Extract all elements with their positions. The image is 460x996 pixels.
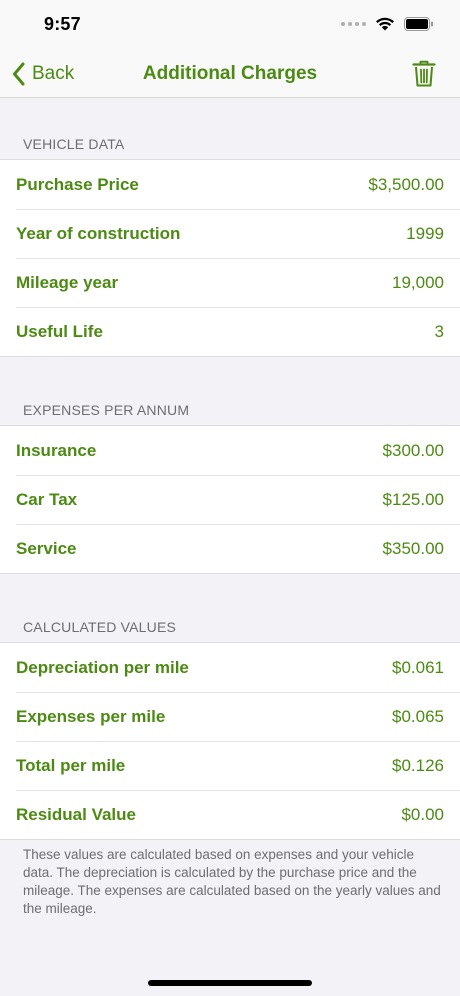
row-value: $3,500.00 (368, 174, 444, 194)
row-insurance[interactable]: Insurance $300.00 (0, 426, 460, 475)
trash-icon (412, 60, 436, 87)
home-indicator[interactable] (148, 980, 312, 986)
status-time: 9:57 (44, 14, 81, 34)
row-label: Mileage year (16, 272, 119, 292)
row-value: 3 (434, 321, 444, 341)
row-label: Purchase Price (16, 174, 139, 194)
row-value: $350.00 (382, 538, 444, 558)
row-total-per-mile: Total per mile $0.126 (0, 741, 460, 790)
screen: 9:57 Back Additional Charges VEHICLE DAT… (0, 0, 460, 996)
row-value: $125.00 (382, 489, 444, 509)
row-expenses-per-mile: Expenses per mile $0.065 (0, 692, 460, 741)
row-residual-value: Residual Value $0.00 (0, 790, 460, 839)
row-value: $0.126 (392, 755, 444, 775)
row-value: 1999 (406, 223, 444, 243)
row-service[interactable]: Service $350.00 (0, 524, 460, 573)
row-label: Car Tax (16, 489, 78, 509)
row-label: Insurance (16, 440, 97, 460)
delete-button[interactable] (412, 60, 436, 88)
row-value: $0.061 (392, 657, 444, 677)
status-bar: 9:57 (0, 0, 460, 50)
expenses-group: Insurance $300.00 Car Tax $125.00 Servic… (0, 425, 460, 574)
page-title: Additional Charges (142, 63, 318, 84)
row-label: Service (16, 538, 77, 558)
footer-note: These values are calculated based on exp… (23, 847, 441, 916)
wifi-icon (376, 17, 394, 31)
row-label: Residual Value (16, 804, 136, 824)
status-icons (341, 16, 434, 31)
section-header-expenses: EXPENSES PER ANNUM (23, 402, 190, 418)
row-mileage-year[interactable]: Mileage year 19,000 (0, 258, 460, 307)
row-car-tax[interactable]: Car Tax $125.00 (0, 475, 460, 524)
calculated-values-group: Depreciation per mile $0.061 Expenses pe… (0, 642, 460, 840)
vehicle-data-group: Purchase Price $3,500.00 Year of constru… (0, 159, 460, 357)
row-year-of-construction[interactable]: Year of construction 1999 (0, 209, 460, 258)
row-useful-life[interactable]: Useful Life 3 (0, 307, 460, 356)
navigation-bar: Back Additional Charges (0, 50, 460, 98)
row-label: Depreciation per mile (16, 657, 189, 677)
battery-icon (404, 16, 433, 31)
row-depreciation-per-mile: Depreciation per mile $0.061 (0, 643, 460, 692)
row-label: Year of construction (16, 223, 181, 243)
row-purchase-price[interactable]: Purchase Price $3,500.00 (0, 160, 460, 209)
row-value: $300.00 (382, 440, 444, 460)
row-value: $0.065 (392, 706, 444, 726)
section-header-calculated: CALCULATED VALUES (23, 619, 177, 635)
cellular-signal-icon (341, 21, 366, 26)
row-label: Useful Life (16, 321, 103, 341)
row-label: Total per mile (16, 755, 126, 775)
row-value: $0.00 (401, 804, 444, 824)
section-header-vehicle-data: VEHICLE DATA (23, 136, 125, 152)
row-label: Expenses per mile (16, 706, 166, 726)
row-value: 19,000 (392, 272, 444, 292)
